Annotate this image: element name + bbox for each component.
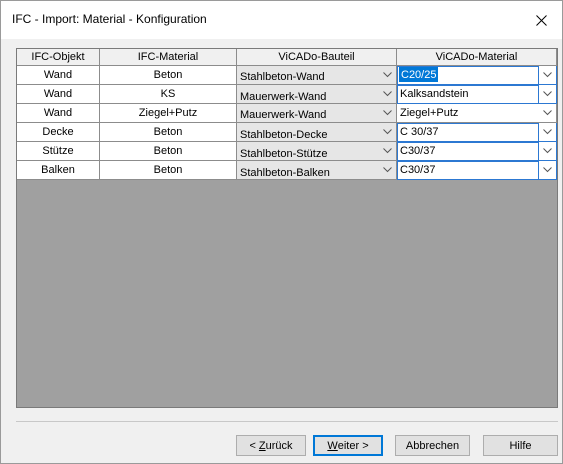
table-cell-ifc-objekt[interactable]: Stütze	[17, 142, 100, 161]
dialog-window: IFC - Import: Material - Konfiguration I…	[0, 0, 563, 464]
chevron-down-icon	[543, 148, 552, 154]
chevron-down-icon	[383, 167, 392, 173]
chevron-down-icon	[383, 91, 392, 97]
cancel-button-label: Abbrechen	[405, 439, 460, 452]
column-header-vicado-material: ViCADo-Material	[397, 49, 557, 66]
bauteil-dropdown[interactable]: Stahlbeton-Balken	[237, 161, 397, 180]
cell-text: KS	[160, 88, 176, 100]
table-cell-ifc-material[interactable]: Ziegel+Putz	[100, 104, 237, 123]
dropdown-arrow[interactable]	[379, 142, 396, 160]
close-icon	[535, 14, 547, 26]
chevron-down-icon	[543, 167, 552, 173]
table-cell-ifc-material[interactable]: KS	[100, 85, 237, 104]
separator	[16, 421, 558, 422]
bauteil-dropdown[interactable]: Stahlbeton-Decke	[237, 123, 397, 142]
next-button[interactable]: Weiter >	[313, 435, 383, 456]
bauteil-dropdown[interactable]: Stahlbeton-Stütze	[237, 142, 397, 161]
close-button[interactable]	[526, 7, 556, 33]
table-cell-ifc-material[interactable]: Beton	[100, 142, 237, 161]
bauteil-dropdown[interactable]: Stahlbeton-Wand	[237, 66, 397, 85]
table-cell-ifc-objekt[interactable]: Decke	[17, 123, 100, 142]
help-button-label: Hilfe	[509, 439, 532, 452]
help-button[interactable]: Hilfe	[483, 435, 558, 456]
cell-text: Beton	[153, 126, 183, 138]
table-cell-ifc-objekt[interactable]: Wand	[17, 104, 100, 123]
dropdown-arrow[interactable]	[538, 142, 556, 160]
chevron-down-icon	[543, 91, 552, 97]
dropdown-arrow[interactable]	[379, 161, 396, 179]
vicado-material-dropdown[interactable]: Ziegel+Putz	[397, 104, 557, 123]
cancel-button[interactable]: Abbrechen	[395, 435, 470, 456]
cell-text: Decke	[42, 126, 74, 138]
cell-text: Wand	[43, 88, 73, 100]
dropdown-value: Kalksandstein	[400, 88, 469, 100]
table-cell-ifc-material[interactable]: Beton	[100, 123, 237, 142]
dropdown-arrow[interactable]	[538, 85, 556, 103]
next-button-label: eiter >	[337, 439, 369, 452]
column-header-ifc-material: IFC-Material	[100, 49, 237, 66]
table-cell-ifc-objekt[interactable]: Balken	[17, 161, 100, 180]
cell-text: Wand	[43, 69, 73, 81]
dropdown-value: C 30/37	[400, 126, 439, 138]
back-button-mnemonic: Z	[258, 439, 266, 452]
vicado-material-dropdown[interactable]: C30/37	[397, 142, 557, 161]
table-cell-ifc-material[interactable]: Beton	[100, 66, 237, 85]
window-title: IFC - Import: Material - Konfiguration	[12, 12, 207, 26]
dropdown-value: Stahlbeton-Wand	[240, 71, 325, 83]
table-cell-ifc-objekt[interactable]: Wand	[17, 85, 100, 104]
bauteil-dropdown[interactable]: Mauerwerk-Wand	[237, 85, 397, 104]
dropdown-arrow[interactable]	[379, 66, 396, 84]
vicado-material-dropdown[interactable]: Kalksandstein	[397, 85, 557, 104]
table-cell-ifc-objekt[interactable]: Wand	[17, 66, 100, 85]
dropdown-value: C30/37	[400, 164, 436, 176]
bauteil-dropdown[interactable]: Mauerwerk-Wand	[237, 104, 397, 123]
dropdown-arrow[interactable]	[379, 85, 396, 103]
cell-text: Beton	[153, 164, 183, 176]
vicado-material-dropdown[interactable]: C 30/37	[397, 123, 557, 142]
dropdown-value: C30/37	[400, 145, 436, 157]
dropdown-arrow[interactable]	[539, 104, 556, 122]
dropdown-arrow[interactable]	[379, 123, 396, 141]
chevron-down-icon	[543, 129, 552, 135]
dropdown-arrow[interactable]	[538, 123, 556, 141]
dropdown-value: Mauerwerk-Wand	[240, 109, 327, 121]
dropdown-value: Stahlbeton-Balken	[240, 167, 330, 179]
back-button-label: urück	[265, 439, 293, 452]
column-header-vicado-bauteil: ViCADo-Bauteil	[237, 49, 397, 66]
cell-text: Stütze	[42, 145, 74, 157]
chevron-down-icon	[383, 129, 392, 135]
chevron-down-icon	[383, 110, 392, 116]
next-button-mnemonic: W	[327, 439, 338, 452]
cell-text: Beton	[153, 69, 183, 81]
dropdown-arrow[interactable]	[538, 66, 556, 84]
dropdown-arrow[interactable]	[538, 161, 556, 179]
vicado-material-dropdown[interactable]: C20/25	[397, 66, 557, 85]
cell-text: Wand	[43, 107, 73, 119]
material-grid: IFC-Objekt IFC-Material ViCADo-Bauteil V…	[16, 48, 558, 408]
back-button[interactable]: < Zurück	[236, 435, 306, 456]
chevron-down-icon	[543, 72, 552, 78]
title-bar: IFC - Import: Material - Konfiguration	[1, 1, 562, 39]
cell-text: Beton	[153, 145, 183, 157]
cell-text: Balken	[41, 164, 75, 176]
chevron-down-icon	[383, 148, 392, 154]
vicado-material-dropdown[interactable]: C30/37	[397, 161, 557, 180]
dropdown-value: C20/25	[399, 67, 439, 82]
table-cell-ifc-material[interactable]: Beton	[100, 161, 237, 180]
dropdown-value: Ziegel+Putz	[400, 107, 459, 119]
back-button-prefix: <	[249, 439, 259, 452]
dropdown-arrow[interactable]	[379, 104, 396, 122]
cell-text: Ziegel+Putz	[138, 107, 198, 119]
column-header-ifc-objekt: IFC-Objekt	[17, 49, 100, 66]
chevron-down-icon	[543, 110, 552, 116]
chevron-down-icon	[383, 72, 392, 78]
